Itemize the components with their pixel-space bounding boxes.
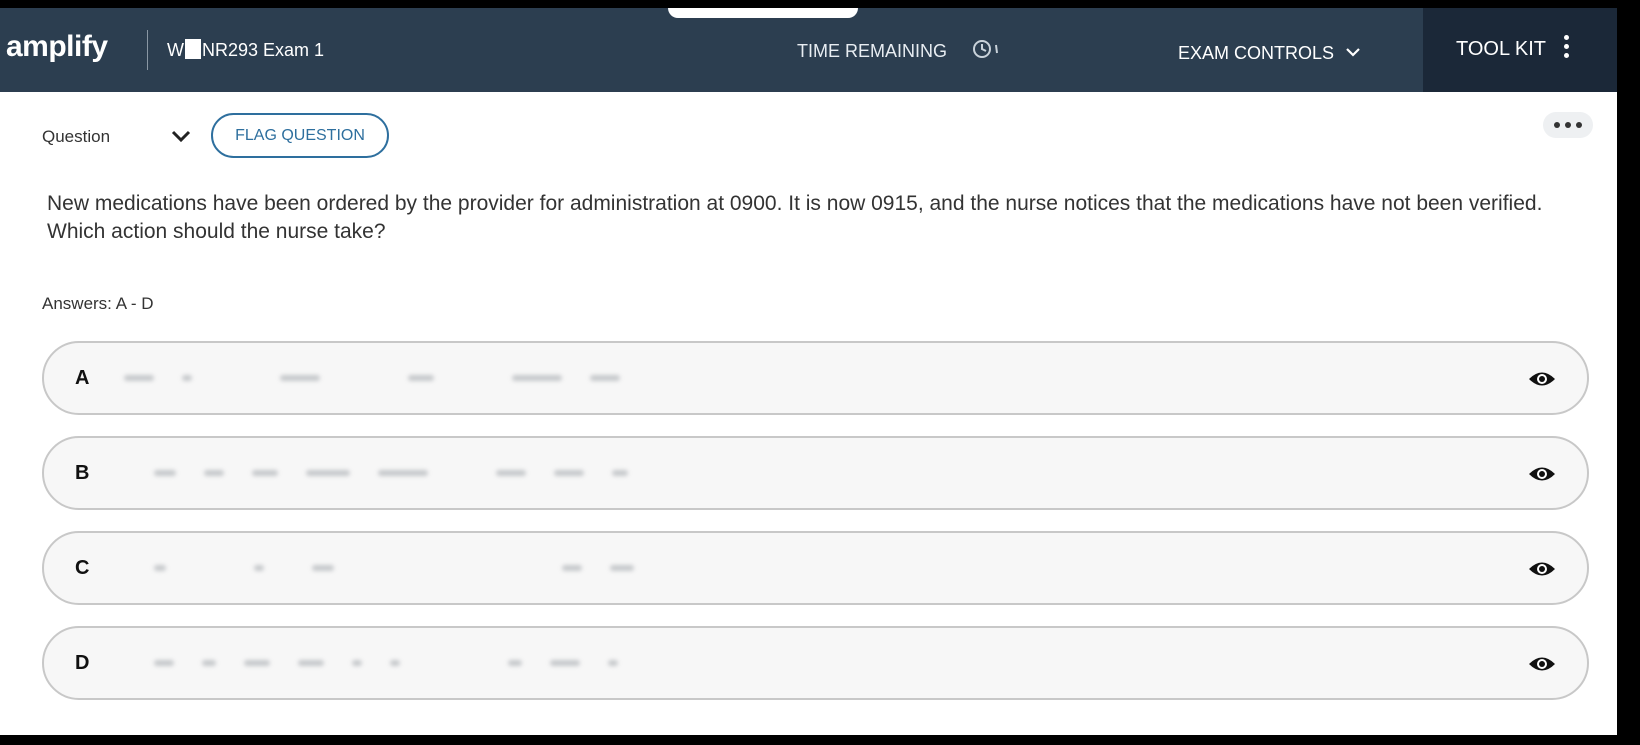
- eye-icon[interactable]: [1527, 368, 1557, 390]
- eye-icon[interactable]: [1527, 653, 1557, 675]
- more-options-icon[interactable]: [1543, 112, 1593, 138]
- question-selector[interactable]: Question: [42, 127, 114, 147]
- question-label: Question: [42, 127, 111, 146]
- obscured-answer-text: [124, 654, 824, 674]
- header-divider: [147, 30, 148, 70]
- toolkit-label: TOOL KIT: [1456, 38, 1547, 60]
- answer-option-a[interactable]: A: [42, 341, 1589, 415]
- answers-range-label: Answers: A - D: [42, 294, 154, 313]
- toolkit-button[interactable]: TOOL KIT: [1423, 8, 1617, 92]
- option-letter: A: [75, 367, 90, 389]
- question-nav-chevron-down-icon[interactable]: [170, 128, 192, 144]
- exam-controls-button[interactable]: EXAM CONTROLS: [1178, 41, 1360, 64]
- window-notch: [668, 8, 858, 18]
- obscured-answer-text: [124, 369, 824, 389]
- obscured-answer-text: [124, 464, 824, 484]
- redaction-box: [185, 39, 201, 59]
- flag-question-button[interactable]: FLAG QUESTION: [211, 113, 389, 158]
- answer-option-c[interactable]: C: [42, 531, 1589, 605]
- obscured-answer-text: [124, 559, 824, 579]
- option-letter: D: [75, 652, 90, 674]
- answer-option-d[interactable]: D: [42, 626, 1589, 700]
- option-letter: C: [75, 557, 90, 579]
- eye-icon[interactable]: [1527, 558, 1557, 580]
- answer-option-b[interactable]: B: [42, 436, 1589, 510]
- kebab-icon: [1564, 35, 1570, 61]
- exam-title: W NR293 Exam 1: [167, 39, 324, 61]
- timer-icon: [970, 36, 1010, 62]
- eye-icon[interactable]: [1527, 463, 1557, 485]
- exam-title-suffix: NR293 Exam 1: [202, 40, 325, 60]
- amplify-logo: amplify: [6, 30, 108, 63]
- exam-title-prefix: W: [167, 40, 184, 60]
- question-stem: New medications have been ordered by the…: [47, 192, 1543, 243]
- option-letter: B: [75, 462, 90, 484]
- time-remaining-label: TIME REMAINING: [797, 41, 948, 61]
- exam-window: amplify W NR293 Exam 1 TIME REMAINING EXA…: [0, 8, 1617, 735]
- app-header: amplify W NR293 Exam 1 TIME REMAINING EXA…: [0, 8, 1617, 92]
- exam-controls-label: EXAM CONTROLS: [1178, 43, 1335, 63]
- chevron-down-icon: [1346, 41, 1360, 62]
